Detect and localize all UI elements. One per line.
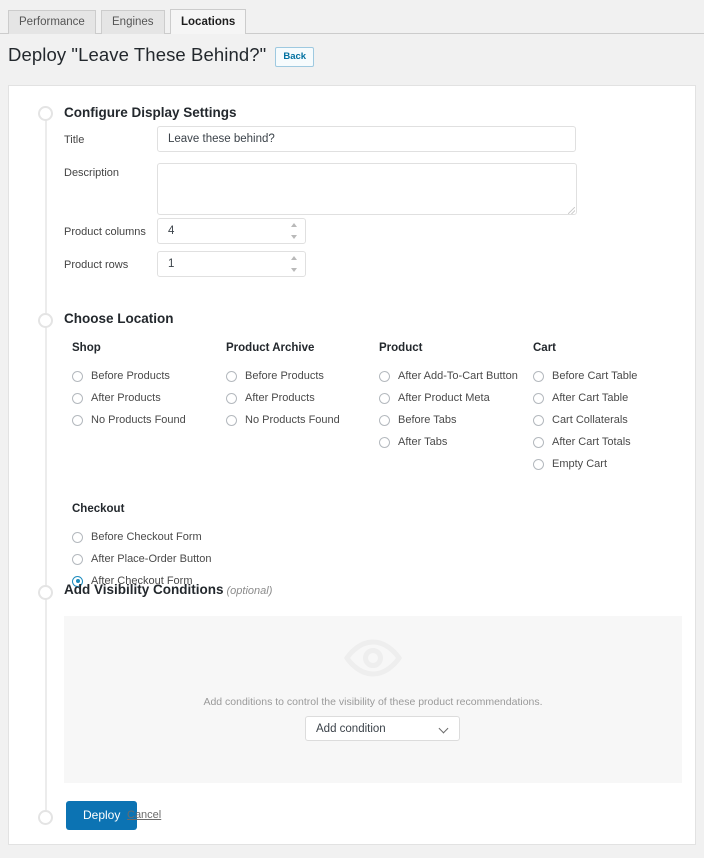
product-columns-label: Product columns xyxy=(64,226,146,238)
radio-no-products-found[interactable]: No Products Found xyxy=(226,414,340,426)
tab-bar: Performance Engines Locations xyxy=(0,0,704,34)
radio-label: No Products Found xyxy=(91,414,186,426)
product-columns-stepper[interactable] xyxy=(289,223,298,239)
radio-label: Before Products xyxy=(245,370,324,382)
radio-button[interactable] xyxy=(72,553,83,565)
radio-label: After Cart Table xyxy=(552,392,629,404)
title-label: Title xyxy=(64,134,85,146)
visibility-heading-text: Add Visibility Conditions xyxy=(64,582,224,597)
chevron-down-icon xyxy=(440,724,449,733)
radio-after-add-to-cart-button[interactable]: After Add-To-Cart Button xyxy=(379,370,518,382)
page-title: Deploy "Leave These Behind?" xyxy=(8,44,267,65)
visibility-empty-text: Add conditions to control the visibility… xyxy=(203,696,543,708)
radio-button[interactable] xyxy=(379,370,390,382)
radio-label: After Products xyxy=(91,392,161,404)
product-rows-label: Product rows xyxy=(64,259,129,271)
radio-label: After Place-Order Button xyxy=(91,553,212,565)
timeline-line xyxy=(45,114,47,820)
location-group-title-product-archive: Product Archive xyxy=(226,342,315,354)
radio-button[interactable] xyxy=(533,458,544,470)
tab-engines[interactable]: Engines xyxy=(101,10,165,34)
radio-button[interactable] xyxy=(72,370,83,382)
display-settings-heading: Configure Display Settings xyxy=(64,105,237,120)
radio-button[interactable] xyxy=(379,392,390,404)
radio-before-checkout-form[interactable]: Before Checkout Form xyxy=(72,531,202,543)
tab-locations[interactable]: Locations xyxy=(170,9,247,34)
add-condition-value: Add condition xyxy=(316,722,386,735)
visibility-heading: Add Visibility Conditions (optional) xyxy=(64,582,272,597)
visibility-optional-note: (optional) xyxy=(226,585,273,597)
radio-label: Before Checkout Form xyxy=(91,531,202,543)
radio-after-place-order-button[interactable]: After Place-Order Button xyxy=(72,553,211,565)
location-group-title-cart: Cart xyxy=(533,342,557,354)
description-label: Description xyxy=(64,167,120,179)
radio-before-tabs[interactable]: Before Tabs xyxy=(379,414,457,426)
back-button[interactable]: Back xyxy=(275,47,315,67)
step-timeline xyxy=(38,106,54,826)
location-group-title-shop: Shop xyxy=(72,342,101,354)
radio-cart-collaterals[interactable]: Cart Collaterals xyxy=(533,414,628,426)
timeline-dot-display-settings xyxy=(38,106,53,121)
radio-label: After Add-To-Cart Button xyxy=(398,370,518,382)
radio-after-cart-totals[interactable]: After Cart Totals xyxy=(533,436,631,448)
radio-button[interactable] xyxy=(533,414,544,426)
radio-button[interactable] xyxy=(226,414,237,426)
radio-after-tabs[interactable]: After Tabs xyxy=(379,436,447,448)
radio-label: After Products xyxy=(245,392,315,404)
deploy-locations-page: Performance Engines Locations Deploy "Leav… xyxy=(0,0,704,858)
location-group-title-checkout: Checkout xyxy=(72,503,125,515)
title-input[interactable] xyxy=(157,126,576,152)
radio-after-cart-table[interactable]: After Cart Table xyxy=(533,392,628,404)
timeline-dot-deploy xyxy=(38,810,53,825)
tab-performance[interactable]: Performance xyxy=(8,10,96,34)
radio-after-products[interactable]: After Products xyxy=(72,392,161,404)
radio-label: After Tabs xyxy=(398,436,448,448)
radio-button[interactable] xyxy=(379,436,390,448)
product-rows-stepper[interactable] xyxy=(289,256,298,272)
page-header: Deploy "Leave These Behind?" Back xyxy=(8,44,315,67)
radio-button[interactable] xyxy=(533,392,544,404)
radio-button[interactable] xyxy=(72,414,83,426)
radio-label: Cart Collaterals xyxy=(552,414,628,426)
radio-button[interactable] xyxy=(533,370,544,382)
cancel-link[interactable]: Cancel xyxy=(127,809,161,821)
radio-no-products-found[interactable]: No Products Found xyxy=(72,414,186,426)
radio-before-products[interactable]: Before Products xyxy=(72,370,170,382)
radio-label: Before Cart Table xyxy=(552,370,638,382)
timeline-dot-location xyxy=(38,313,53,328)
settings-card: Configure Display Settings Title Descrip… xyxy=(8,85,696,845)
radio-after-product-meta[interactable]: After Product Meta xyxy=(379,392,490,404)
radio-button[interactable] xyxy=(72,531,83,543)
radio-button[interactable] xyxy=(72,392,83,404)
radio-label: After Cart Totals xyxy=(552,436,631,448)
radio-button[interactable] xyxy=(533,436,544,448)
product-columns-input[interactable] xyxy=(157,218,306,244)
radio-button[interactable] xyxy=(379,414,390,426)
radio-button[interactable] xyxy=(226,370,237,382)
radio-empty-cart[interactable]: Empty Cart xyxy=(533,458,607,470)
radio-after-products[interactable]: After Products xyxy=(226,392,315,404)
visibility-conditions-panel: Add conditions to control the visibility… xyxy=(64,616,682,783)
radio-label: Empty Cart xyxy=(552,458,608,470)
location-group-title-product: Product xyxy=(379,342,423,354)
timeline-dot-visibility xyxy=(38,585,53,600)
choose-location-heading: Choose Location xyxy=(64,311,174,326)
radio-before-cart-table[interactable]: Before Cart Table xyxy=(533,370,637,382)
product-rows-input[interactable] xyxy=(157,251,306,277)
radio-button[interactable] xyxy=(226,392,237,404)
radio-label: No Products Found xyxy=(245,414,340,426)
radio-label: After Product Meta xyxy=(398,392,490,404)
radio-before-products[interactable]: Before Products xyxy=(226,370,324,382)
radio-label: Before Tabs xyxy=(398,414,457,426)
add-condition-select[interactable]: Add condition xyxy=(305,716,460,741)
description-textarea[interactable] xyxy=(157,163,577,215)
radio-label: Before Products xyxy=(91,370,170,382)
eye-icon xyxy=(344,639,402,677)
